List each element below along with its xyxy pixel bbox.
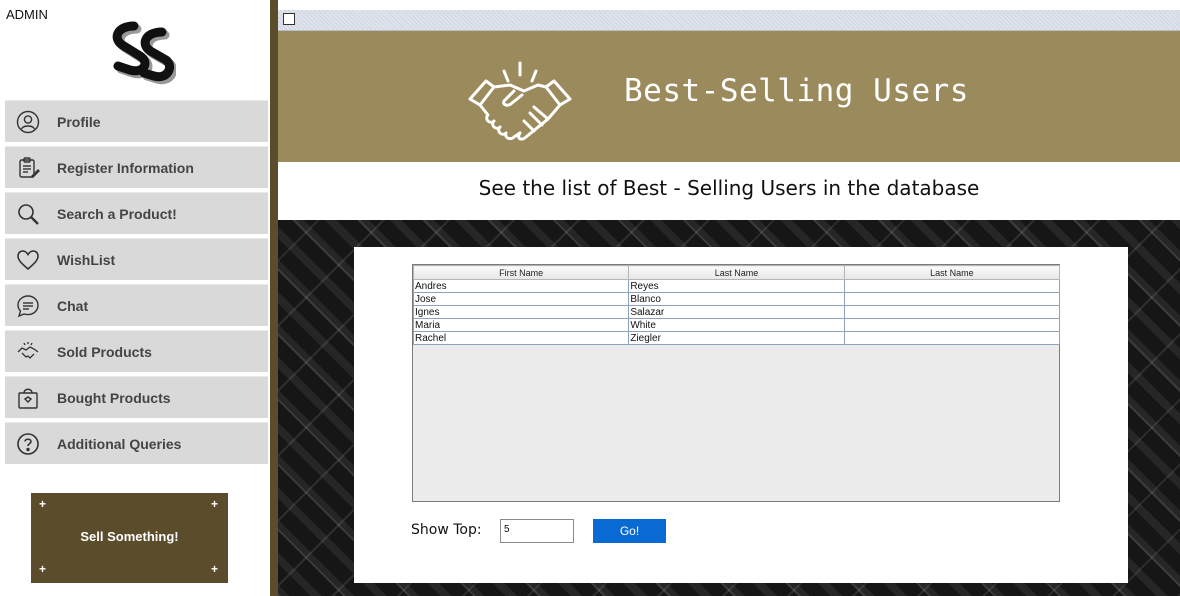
sidebar-item-label: Search a Product! (57, 205, 177, 222)
plus-icon: + (210, 497, 218, 511)
user-circle-icon (15, 109, 41, 135)
handshake-icon (468, 61, 572, 141)
sidebar-item-wishlist[interactable]: WishList (5, 238, 268, 280)
column-header[interactable]: Last Name (843, 265, 1061, 280)
shopping-bag-icon (15, 385, 41, 411)
table-cell[interactable] (843, 292, 1061, 306)
results-table-container[interactable]: First Name Last Name Last Name Andres Re… (412, 264, 1061, 502)
table-cell[interactable]: White (628, 318, 845, 332)
chat-bubble-icon (15, 293, 41, 319)
table-cell[interactable]: Blanco (628, 292, 845, 306)
table-cell[interactable]: Reyes (628, 279, 845, 293)
plus-icon: + (39, 497, 47, 511)
table-cell[interactable]: Salazar (628, 305, 845, 319)
sidebar-item-label: WishList (57, 251, 116, 268)
table-row[interactable]: Ignes Salazar (412, 305, 1061, 319)
table-cell[interactable]: Andres (412, 279, 630, 293)
content-panel: First Name Last Name Last Name Andres Re… (354, 247, 1128, 583)
sidebar-item-profile[interactable]: Profile (5, 100, 268, 142)
page-subtitle: See the list of Best - Selling Users in … (478, 176, 980, 200)
frame-titlebar[interactable] (278, 10, 1180, 31)
table-row[interactable]: Maria White (412, 318, 1061, 332)
sidebar-item-label: Register Information (57, 159, 194, 176)
table-cell[interactable]: Maria (412, 318, 630, 332)
internal-frame: Best-Selling Users See the list of Best … (278, 10, 1180, 596)
sidebar-item-sold-products[interactable]: Sold Products (5, 330, 268, 372)
sidebar-item-search-a-product[interactable]: Search a Product! (5, 192, 268, 234)
sidebar-item-register-information[interactable]: Register Information (5, 146, 268, 188)
sidebar-item-label: Bought Products (57, 389, 171, 406)
subtitle-band: See the list of Best - Selling Users in … (278, 162, 1180, 220)
table-cell[interactable] (843, 279, 1061, 293)
table-cell[interactable] (843, 331, 1061, 345)
sidebar-item-additional-queries[interactable]: Additional Queries (5, 422, 268, 464)
clipboard-icon (15, 155, 41, 181)
table-cell[interactable]: Jose (412, 292, 630, 306)
table-cell[interactable]: Ziegler (628, 331, 845, 345)
plus-icon: + (210, 562, 218, 576)
sidebar-divider (270, 0, 278, 596)
sell-something-button[interactable]: + + + + Sell Something! (31, 493, 228, 583)
sidebar-item-label: Profile (57, 113, 101, 130)
results-table[interactable]: First Name Last Name Last Name Andres Re… (412, 265, 1061, 345)
column-header[interactable]: Last Name (628, 265, 845, 280)
sidebar-item-label: Chat (57, 297, 89, 314)
sidebar-item-bought-products[interactable]: Bought Products (5, 376, 268, 418)
column-header[interactable]: First Name (412, 265, 630, 280)
show-top-input[interactable]: 5 (500, 519, 574, 543)
ss-logo-icon (112, 21, 176, 85)
background-pattern: First Name Last Name Last Name Andres Re… (278, 220, 1180, 596)
question-circle-icon (15, 431, 41, 457)
window-icon[interactable] (283, 13, 295, 25)
table-cell[interactable]: Rachel (412, 331, 630, 345)
sidebar-item-chat[interactable]: Chat (5, 284, 268, 326)
table-row[interactable]: Andres Reyes (412, 279, 1061, 293)
show-top-label: Show Top: (411, 522, 482, 538)
sidebar-item-label: Sold Products (57, 343, 152, 360)
sidebar-item-label: Additional Queries (57, 435, 182, 452)
search-icon (15, 201, 41, 227)
table-cell[interactable]: Ignes (412, 305, 630, 319)
go-button[interactable]: Go! (593, 519, 666, 543)
sidebar: ADMIN Profile Register Information Searc… (0, 0, 270, 596)
sidebar-nav: Profile Register Information Search a Pr… (5, 100, 268, 468)
page-title: Best-Selling Users (624, 73, 969, 109)
handshake-icon (15, 339, 41, 365)
table-row[interactable]: Jose Blanco (412, 292, 1061, 306)
table-row[interactable]: Rachel Ziegler (412, 331, 1061, 345)
table-cell[interactable] (843, 305, 1061, 319)
user-role-label: ADMIN (6, 7, 48, 22)
sell-something-label: Sell Something! (80, 529, 179, 544)
page-header: Best-Selling Users (278, 31, 1180, 162)
plus-icon: + (39, 562, 47, 576)
table-header-row: First Name Last Name Last Name (412, 265, 1061, 280)
heart-icon (15, 247, 41, 273)
table-cell[interactable] (843, 318, 1061, 332)
